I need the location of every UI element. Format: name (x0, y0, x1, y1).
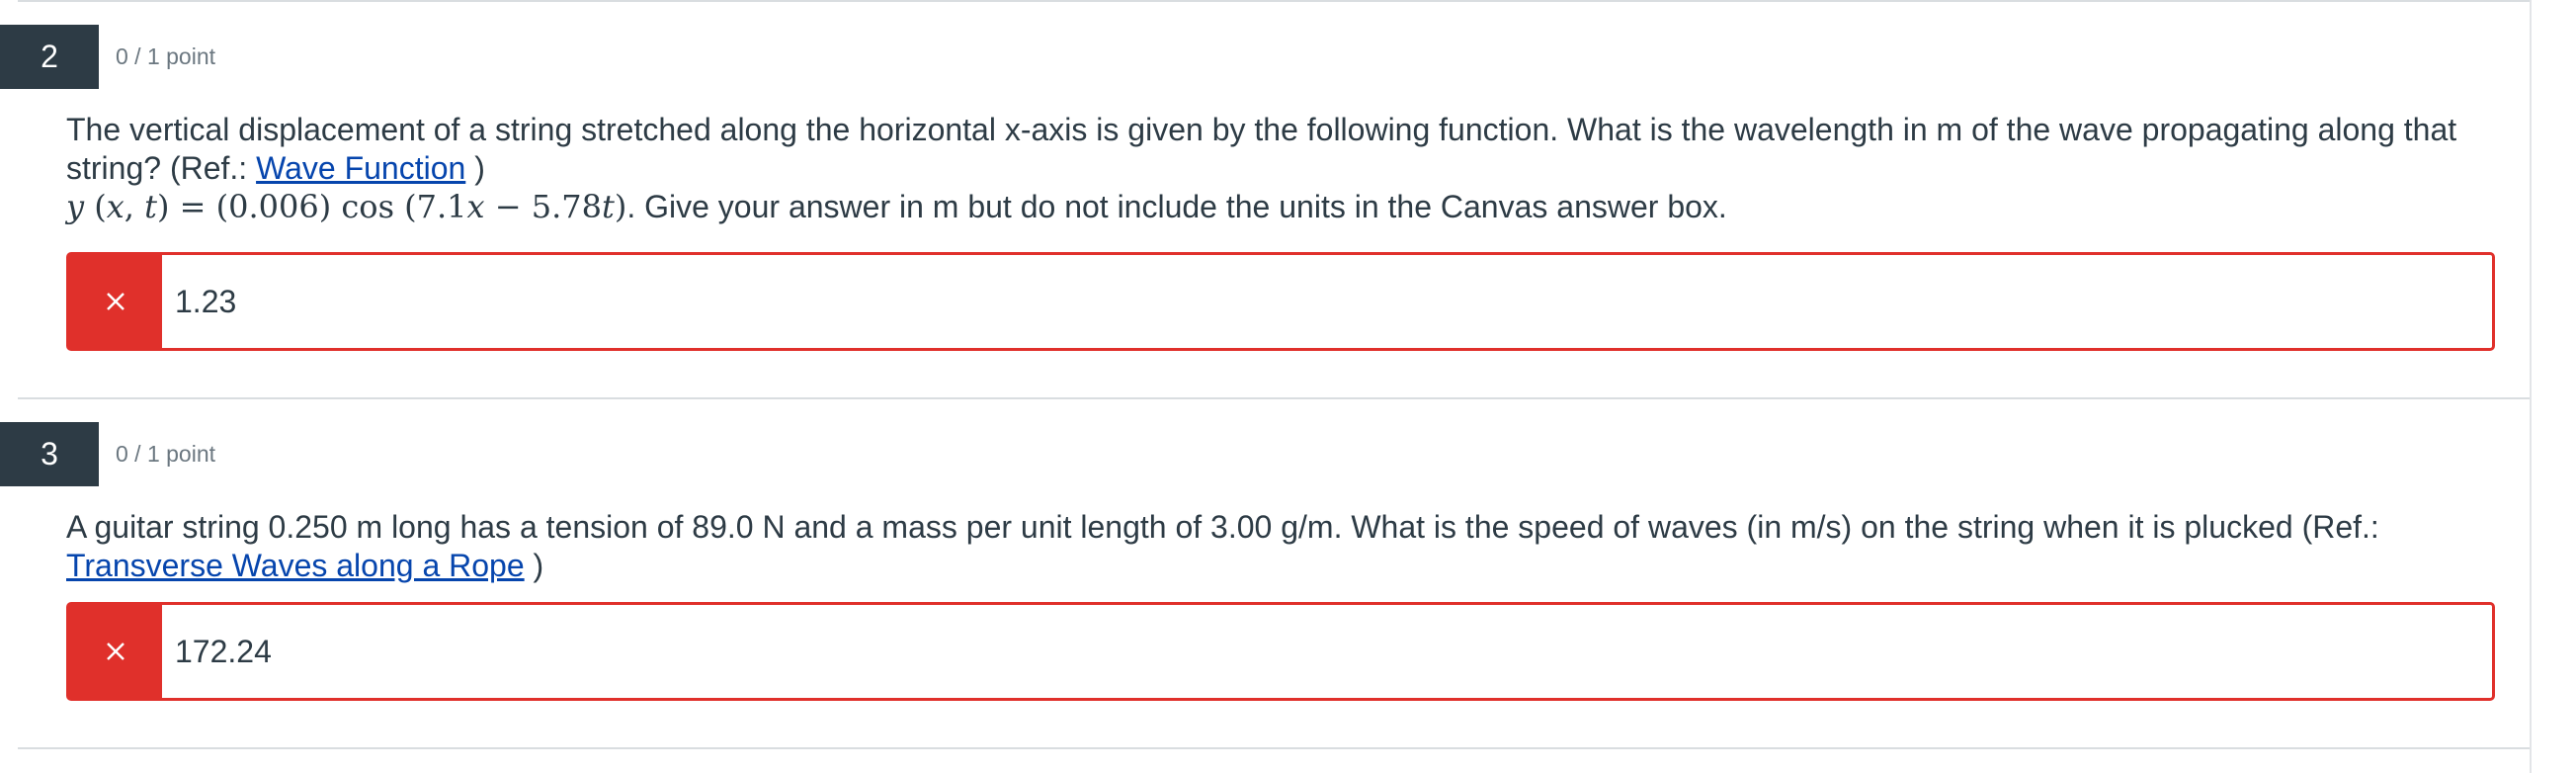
incorrect-marker (69, 605, 162, 698)
close-icon (107, 643, 125, 660)
question-text: A guitar string 0.250 m long has a tensi… (66, 508, 2477, 585)
quiz-results-page: 2 0 / 1 point The vertical displacement … (0, 0, 2576, 773)
answer-box: 172.24 (66, 602, 2495, 701)
question-number-badge: 2 (0, 25, 99, 89)
wave-formula: y (x, t) = (0.006) cos (7.1x − 5.78t) (66, 188, 627, 225)
question-text-part: . Give your answer in m but do not inclu… (626, 189, 1727, 224)
question-number-badge: 3 (0, 422, 99, 486)
answer-box: 1.23 (66, 252, 2495, 351)
question-divider (18, 0, 2530, 2)
content-right-border (2530, 0, 2532, 773)
question-points: 0 / 1 point (116, 441, 216, 467)
incorrect-marker (69, 255, 162, 348)
question-text-part: ) (465, 150, 485, 186)
answer-value: 172.24 (175, 634, 272, 669)
wave-function-link[interactable]: Wave Function (256, 150, 465, 186)
transverse-waves-link[interactable]: Transverse Waves along a Rope (66, 548, 525, 583)
question-text: The vertical displacement of a string st… (66, 111, 2477, 226)
question-text-part: A guitar string 0.250 m long has a tensi… (66, 509, 2379, 545)
question-text-part: ) (524, 548, 544, 583)
question-points: 0 / 1 point (116, 43, 216, 69)
question-divider (18, 397, 2530, 399)
close-icon (107, 293, 125, 310)
question-divider (18, 747, 2530, 749)
answer-value: 1.23 (175, 284, 237, 319)
